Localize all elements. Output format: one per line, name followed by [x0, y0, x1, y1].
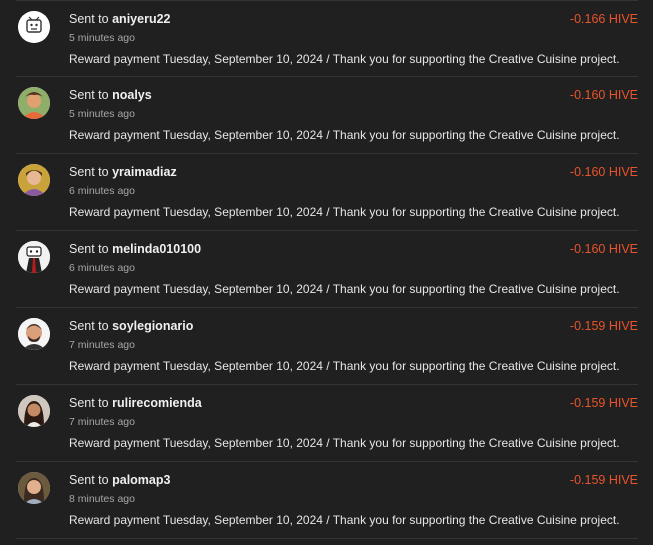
- transaction-row: Sent to noalys 5 minutes ago Reward paym…: [16, 77, 638, 154]
- transaction-row: Sent to aniyeru22 5 minutes ago Reward p…: [16, 0, 638, 77]
- recipient-username[interactable]: melinda010100: [112, 242, 201, 256]
- sent-label: Sent to: [69, 12, 109, 26]
- recipient-username[interactable]: palomap3: [112, 473, 170, 487]
- sent-label: Sent to: [69, 396, 109, 410]
- transaction-row: Sent to melinda010100 6 minutes ago Rewa…: [16, 231, 638, 308]
- memo: Reward payment Tuesday, September 10, 20…: [69, 128, 620, 142]
- timestamp: 7 minutes ago: [69, 416, 135, 428]
- amount: -0.159 HIVE: [569, 319, 638, 333]
- recipient-username[interactable]: aniyeru22: [112, 12, 170, 26]
- recipient-line: Sent to rulirecomienda: [69, 396, 202, 410]
- avatar[interactable]: [18, 241, 50, 273]
- memo: Reward payment Tuesday, September 10, 20…: [69, 282, 620, 296]
- recipient-username[interactable]: soylegionario: [112, 319, 193, 333]
- avatar[interactable]: [18, 318, 50, 350]
- amount: -0.160 HIVE: [569, 165, 638, 179]
- sent-label: Sent to: [69, 242, 109, 256]
- avatar[interactable]: [18, 87, 50, 119]
- amount: -0.159 HIVE: [569, 396, 638, 410]
- avatar[interactable]: [18, 164, 50, 196]
- avatar[interactable]: [18, 472, 50, 504]
- amount: -0.160 HIVE: [569, 242, 638, 256]
- recipient-username[interactable]: noalys: [112, 88, 152, 102]
- recipient-line: Sent to yraimadiaz: [69, 165, 177, 179]
- avatar[interactable]: [18, 395, 50, 427]
- recipient-line: Sent to noalys: [69, 88, 152, 102]
- timestamp: 8 minutes ago: [69, 493, 135, 505]
- sent-label: Sent to: [69, 165, 109, 179]
- timestamp: 5 minutes ago: [69, 108, 135, 120]
- transaction-list: Sent to aniyeru22 5 minutes ago Reward p…: [16, 0, 638, 539]
- timestamp: 5 minutes ago: [69, 32, 135, 44]
- memo: Reward payment Tuesday, September 10, 20…: [69, 436, 620, 450]
- timestamp: 7 minutes ago: [69, 339, 135, 351]
- recipient-username[interactable]: rulirecomienda: [112, 396, 202, 410]
- recipient-username[interactable]: yraimadiaz: [112, 165, 177, 179]
- sent-label: Sent to: [69, 88, 109, 102]
- transaction-row: Sent to soylegionario 7 minutes ago Rewa…: [16, 308, 638, 385]
- sent-label: Sent to: [69, 319, 109, 333]
- amount: -0.159 HIVE: [569, 473, 638, 487]
- memo: Reward payment Tuesday, September 10, 20…: [69, 359, 620, 373]
- recipient-line: Sent to palomap3: [69, 473, 170, 487]
- recipient-line: Sent to soylegionario: [69, 319, 193, 333]
- sent-label: Sent to: [69, 473, 109, 487]
- memo: Reward payment Tuesday, September 10, 20…: [69, 205, 620, 219]
- recipient-line: Sent to aniyeru22: [69, 12, 170, 26]
- timestamp: 6 minutes ago: [69, 185, 135, 197]
- avatar[interactable]: [18, 11, 50, 43]
- transaction-row: Sent to rulirecomienda 7 minutes ago Rew…: [16, 385, 638, 462]
- transaction-row: Sent to yraimadiaz 6 minutes ago Reward …: [16, 154, 638, 231]
- transaction-row: Sent to palomap3 8 minutes ago Reward pa…: [16, 462, 638, 539]
- recipient-line: Sent to melinda010100: [69, 242, 201, 256]
- amount: -0.166 HIVE: [569, 12, 638, 26]
- memo: Reward payment Tuesday, September 10, 20…: [69, 513, 620, 527]
- amount: -0.160 HIVE: [569, 88, 638, 102]
- memo: Reward payment Tuesday, September 10, 20…: [69, 52, 620, 66]
- timestamp: 6 minutes ago: [69, 262, 135, 274]
